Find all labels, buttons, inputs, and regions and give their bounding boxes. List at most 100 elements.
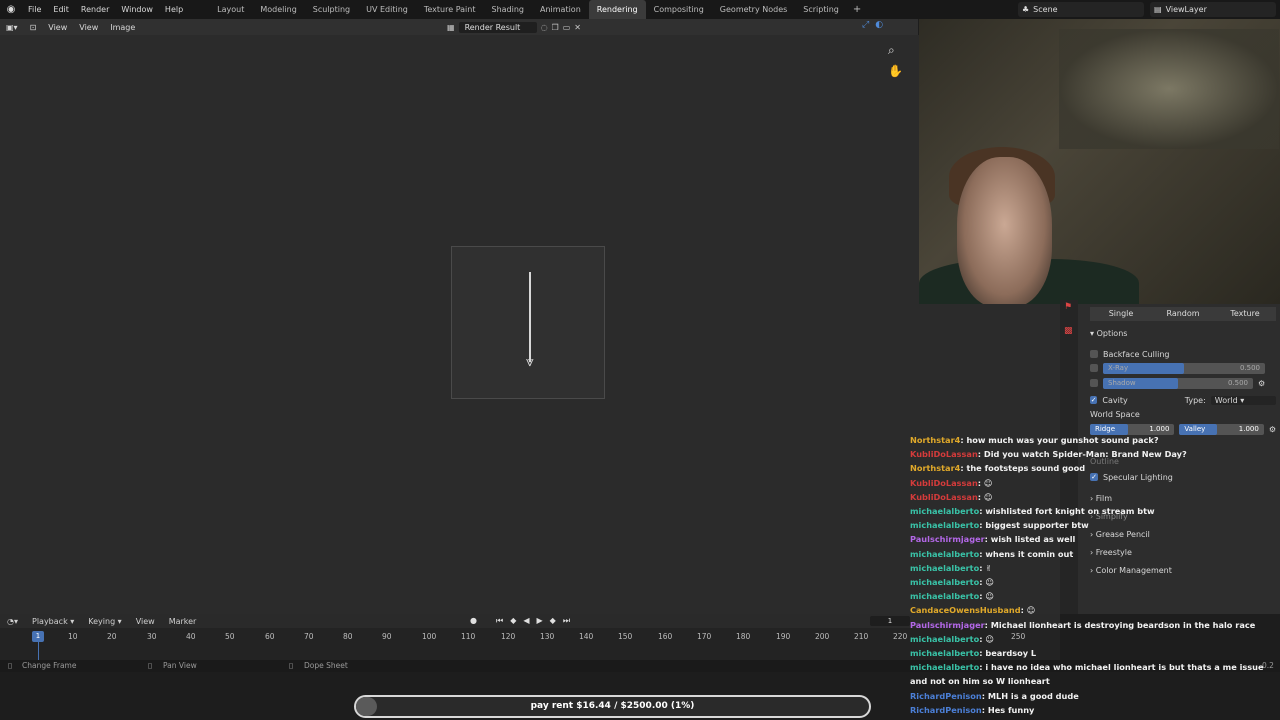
view-menu[interactable]: View — [42, 23, 73, 32]
menu-window[interactable]: Window — [115, 0, 159, 19]
shadow-value: 0.500 — [1227, 379, 1248, 387]
chat-username[interactable]: michaelalberto — [910, 506, 979, 516]
chat-message: KubliDoLassan: ☺ — [910, 490, 1280, 504]
chat-username[interactable]: KubliDoLassan — [910, 449, 978, 459]
shadow-settings-icon[interactable]: ⚙ — [1258, 379, 1265, 388]
chat-username[interactable]: KubliDoLassan — [910, 492, 978, 502]
options-section[interactable]: ▾ Options — [1090, 329, 1127, 338]
timeline-view-menu[interactable]: View — [129, 617, 162, 626]
tab-animation[interactable]: Animation — [532, 0, 589, 19]
chat-username[interactable]: michaelalberto — [910, 648, 979, 658]
mode-icon[interactable]: ⊡ — [24, 23, 43, 32]
scene-tab-icon[interactable]: ⚑ — [1064, 302, 1074, 312]
cavity-checkbox[interactable]: ✓ — [1090, 396, 1098, 404]
blender-logo-icon[interactable]: ◉ — [0, 4, 22, 15]
chat-username[interactable]: michaelalberto — [910, 577, 979, 587]
prev-keyframe-icon[interactable]: ◆ — [510, 614, 516, 628]
chat-text: i have no idea who michael lionheart is … — [985, 662, 1264, 673]
chat-username[interactable]: michaelalberto — [910, 634, 979, 644]
record-icon[interactable]: ● — [470, 614, 477, 628]
chat-username[interactable]: michaelalberto — [910, 520, 979, 530]
color-mode-random[interactable]: Random — [1152, 307, 1214, 321]
shadow-slider[interactable]: Shadow 0.500 — [1103, 377, 1253, 389]
tab-texture-paint[interactable]: Texture Paint — [416, 0, 484, 19]
scene-selector[interactable]: ♣ Scene — [1018, 2, 1144, 17]
view-layer-selector[interactable]: ▤ ViewLayer — [1150, 2, 1276, 17]
tab-modeling[interactable]: Modeling — [252, 0, 304, 19]
play-reverse-icon[interactable]: ◀ — [523, 614, 529, 628]
backface-culling-label: Backface Culling — [1103, 349, 1170, 359]
chat-username[interactable]: michaelalberto — [910, 591, 979, 601]
fake-user-icon[interactable]: ◌ — [541, 23, 548, 32]
marker-menu[interactable]: Marker — [162, 617, 204, 626]
menu-help[interactable]: Help — [159, 0, 189, 19]
backface-culling-checkbox[interactable] — [1090, 350, 1098, 358]
chat-message: michaelalberto: whens it comin out — [910, 547, 1280, 561]
chat-username[interactable]: Northstar4 — [910, 463, 960, 473]
zoom-icon[interactable]: ⌕ — [888, 43, 903, 58]
current-frame-field[interactable]: 1 — [870, 616, 910, 626]
jump-start-icon[interactable]: ⏮ — [496, 614, 503, 628]
image-menu[interactable]: Image — [104, 23, 141, 32]
tab-scripting[interactable]: Scripting — [795, 0, 847, 19]
image-icon[interactable]: ▦ — [447, 23, 455, 32]
timeline-tick-label: 40 — [186, 632, 196, 641]
donation-goal-bar: pay rent $16.44 / $2500.00 (1%) — [354, 695, 871, 718]
chat-username[interactable]: michaelalberto — [910, 549, 979, 559]
color-mode-single[interactable]: Single — [1090, 307, 1152, 321]
color-mode-texture[interactable]: Texture — [1214, 307, 1276, 321]
tab-shading[interactable]: Shading — [483, 0, 532, 19]
jump-end-icon[interactable]: ⏭ — [563, 614, 570, 628]
xray-checkbox[interactable] — [1090, 364, 1098, 372]
chat-username[interactable]: Northstar4 — [910, 435, 960, 445]
chat-message: michaelalberto: beardsoy L — [910, 646, 1280, 660]
chat-message: CandaceOwensHusband: ☺ — [910, 603, 1280, 617]
timeline-editor-icon[interactable]: ◔▾ — [0, 617, 25, 626]
timeline-ruler[interactable]: 1 10 20 30 40 50 60 70 80 90 100 110 120 130 140 150 16… — [0, 628, 1060, 660]
chat-message: michaelalberto: i have no idea who micha… — [910, 660, 1280, 674]
chat-username[interactable]: Paulschirmjager — [910, 534, 985, 544]
menu-render[interactable]: Render — [75, 0, 115, 19]
playhead[interactable]: 1 — [32, 631, 44, 642]
tab-geometry-nodes[interactable]: Geometry Nodes — [712, 0, 795, 19]
new-image-icon[interactable]: ❐ — [552, 23, 559, 32]
gizmo-toggle-icon[interactable]: ⤢ — [862, 20, 869, 30]
menu-file[interactable]: File — [22, 0, 47, 19]
pan-hand-icon[interactable]: ✋ — [888, 64, 903, 78]
playback-menu[interactable]: Playback ▾ — [25, 617, 81, 626]
chat-username[interactable]: RichardPenison — [910, 705, 982, 715]
backface-culling-row[interactable]: Backface Culling — [1090, 348, 1276, 360]
cavity-type-label: Type: — [1184, 395, 1206, 405]
menu-edit[interactable]: Edit — [47, 0, 75, 19]
chat-username[interactable]: Paulschirmjager — [910, 620, 985, 630]
view-menu-2[interactable]: View — [73, 23, 104, 32]
overlay-toggle-icon[interactable]: ◐ — [875, 20, 883, 30]
chat-username[interactable]: michaelalberto — [910, 563, 979, 573]
tab-rendering[interactable]: Rendering — [588, 0, 646, 19]
scene-icon: ♣ — [1022, 5, 1030, 14]
arrow-head-icon: ⩔ — [526, 354, 534, 370]
keying-menu[interactable]: Keying ▾ — [81, 617, 128, 626]
image-name-field[interactable]: Render Result — [458, 21, 537, 33]
shadow-checkbox[interactable] — [1090, 379, 1098, 387]
chat-username[interactable]: KubliDoLassan — [910, 478, 978, 488]
chat-username[interactable]: CandaceOwensHusband — [910, 605, 1021, 615]
chat-username[interactable]: michaelalberto — [910, 662, 979, 672]
chat-username[interactable]: RichardPenison — [910, 691, 982, 701]
texture-tab-icon[interactable]: ▩ — [1064, 326, 1074, 336]
tab-uv-editing[interactable]: UV Editing — [358, 0, 416, 19]
tab-compositing[interactable]: Compositing — [646, 0, 712, 19]
play-icon[interactable]: ▶ — [537, 614, 543, 628]
viewport-display-icons: ⤢ ◐ — [862, 20, 883, 30]
cavity-type-dropdown[interactable]: World ▾ — [1210, 395, 1276, 405]
unlink-icon[interactable]: ✕ — [574, 23, 581, 32]
tab-layout[interactable]: Layout — [209, 0, 252, 19]
xray-slider[interactable]: X-Ray 0.500 — [1103, 362, 1265, 374]
chat-message: Paulschirmjager: Michael lionheart is de… — [910, 618, 1280, 632]
tab-sculpting[interactable]: Sculpting — [305, 0, 358, 19]
editor-type-icon[interactable]: ▣▾ — [0, 23, 24, 32]
arrow-shaft — [529, 272, 531, 362]
next-keyframe-icon[interactable]: ◆ — [550, 614, 556, 628]
add-workspace-icon[interactable]: + — [847, 4, 867, 15]
open-image-icon[interactable]: ▭ — [563, 23, 571, 32]
